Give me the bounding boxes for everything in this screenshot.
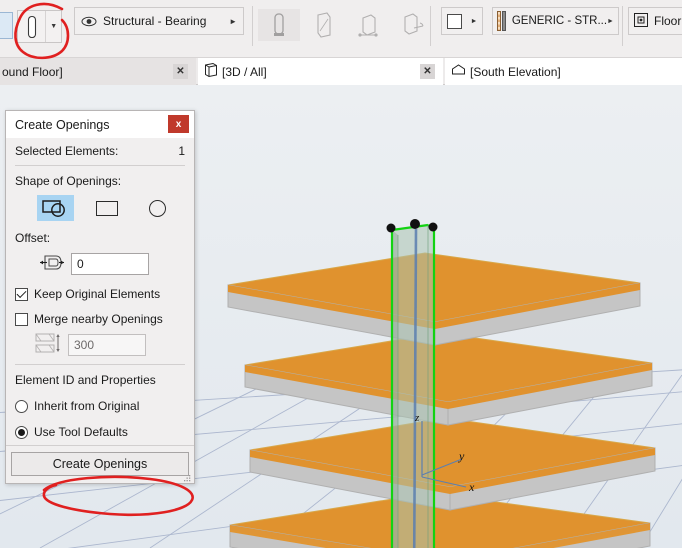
create-openings-dialog[interactable]: Create Openings x Selected Elements: 1 S…: [5, 110, 195, 484]
tab-label: [South Elevation]: [470, 65, 561, 79]
column-3d-icon[interactable]: [350, 9, 386, 41]
tab-ground-floor[interactable]: ound Floor] ✕: [0, 58, 196, 85]
inherit-original-radio[interactable]: [15, 400, 28, 413]
rectangle-profile-icon: [447, 14, 462, 29]
toolbar-separator-1: [252, 6, 253, 46]
chevron-right-icon[interactable]: ►: [607, 18, 614, 25]
active-tool-selector[interactable]: ▼: [17, 10, 62, 43]
dialog-title-bar[interactable]: Create Openings x: [6, 111, 194, 138]
offset-icon: [39, 253, 65, 275]
top-toolbar: ▼ Structural - Bearing ►: [0, 0, 682, 58]
hotspot-node: [387, 224, 396, 233]
dialog-body: Selected Elements: 1 Shape of Openings:: [6, 138, 194, 445]
merge-openings-label: Merge nearby Openings: [34, 312, 163, 326]
axis-label-y: y: [458, 449, 465, 463]
dialog-title: Create Openings: [15, 118, 110, 132]
merge-distance-icon: [35, 332, 63, 357]
material-combo-label: GENERIC - STR...: [512, 15, 607, 27]
axis-label-z: z: [414, 412, 420, 424]
offset-input[interactable]: 0: [71, 253, 149, 275]
inherit-original-label: Inherit from Original: [34, 399, 139, 413]
toolbar-left-edge-box: [0, 12, 13, 39]
rectangle-shape-icon: [96, 201, 118, 216]
eye-icon: [81, 16, 97, 27]
column-rotate-icon[interactable]: [395, 9, 431, 41]
tab-label: [3D / All]: [222, 65, 267, 79]
merge-openings-checkbox[interactable]: [15, 313, 28, 326]
hotspot-node: [410, 219, 420, 229]
layer-combo-label: Structural - Bearing: [103, 14, 229, 28]
dialog-footer: Create Openings: [6, 446, 194, 483]
selected-elements-row: Selected Elements: 1: [15, 138, 185, 165]
create-openings-button[interactable]: Create Openings: [11, 452, 189, 476]
chevron-down-icon[interactable]: ▼: [46, 11, 61, 42]
floor-combo-label: Floor: [654, 14, 681, 28]
application-window: ▼ Structural - Bearing ►: [0, 0, 682, 548]
circle-shape-icon: [149, 200, 166, 217]
merge-openings-row[interactable]: Merge nearby Openings: [15, 306, 185, 331]
column-hatched-icon[interactable]: [305, 9, 341, 41]
shape-button-profile[interactable]: [37, 195, 74, 221]
house-icon: [451, 63, 466, 81]
floor-plan-icon: [633, 12, 649, 31]
chevron-right-icon[interactable]: ►: [229, 17, 237, 26]
keep-original-row[interactable]: Keep Original Elements: [15, 281, 185, 306]
element-id-label: Element ID and Properties: [15, 365, 185, 393]
profile-shape-combo[interactable]: ►: [441, 7, 483, 35]
cube-icon: [204, 62, 218, 81]
hotspot-node: [429, 223, 438, 232]
selected-elements-value: 1: [178, 144, 185, 158]
axis-label-x: x: [468, 480, 475, 494]
material-swatch-solid-icon: [502, 11, 506, 31]
shape-of-openings-label: Shape of Openings:: [15, 166, 185, 194]
material-swatch-hatch-icon: [497, 11, 501, 31]
use-tool-defaults-radio[interactable]: [15, 426, 28, 439]
floor-combo[interactable]: Floor: [628, 7, 682, 35]
material-combo[interactable]: GENERIC - STR... ►: [492, 7, 619, 35]
offset-label: Offset:: [15, 223, 185, 251]
shape-button-circle[interactable]: [139, 195, 176, 221]
selected-elements-label: Selected Elements:: [15, 144, 118, 158]
inherit-original-row[interactable]: Inherit from Original: [15, 393, 185, 419]
tab-close-icon[interactable]: ✕: [420, 64, 435, 79]
document-tab-bar: ound Floor] ✕ [3D / All] ✕ [South Elevat…: [0, 58, 682, 85]
tab-label: ound Floor]: [2, 65, 63, 79]
close-icon[interactable]: x: [168, 115, 189, 133]
tab-3d-all[interactable]: [3D / All] ✕: [198, 58, 443, 85]
toolbar-separator-2: [430, 6, 431, 46]
use-tool-defaults-label: Use Tool Defaults: [34, 425, 128, 439]
shape-button-rectangle[interactable]: [88, 195, 125, 221]
column-tool-icon: [18, 11, 45, 42]
resize-grip[interactable]: [182, 472, 191, 481]
offset-row: 0: [15, 251, 185, 281]
profile-shape-icon: [41, 198, 71, 218]
column-solid-icon[interactable]: [258, 9, 300, 41]
layer-combo[interactable]: Structural - Bearing ►: [74, 7, 244, 35]
keep-original-checkbox[interactable]: [15, 288, 28, 301]
shape-selector-group: [15, 194, 185, 223]
toolbar-separator-3: [622, 6, 623, 46]
chevron-right-icon[interactable]: ►: [471, 18, 478, 25]
use-tool-defaults-row[interactable]: Use Tool Defaults: [15, 419, 185, 445]
tab-south-elevation[interactable]: [South Elevation]: [445, 58, 682, 85]
keep-original-label: Keep Original Elements: [34, 287, 160, 301]
merge-distance-row: 300: [15, 331, 185, 364]
merge-distance-input[interactable]: 300: [68, 334, 146, 356]
tab-close-icon[interactable]: ✕: [173, 64, 188, 79]
